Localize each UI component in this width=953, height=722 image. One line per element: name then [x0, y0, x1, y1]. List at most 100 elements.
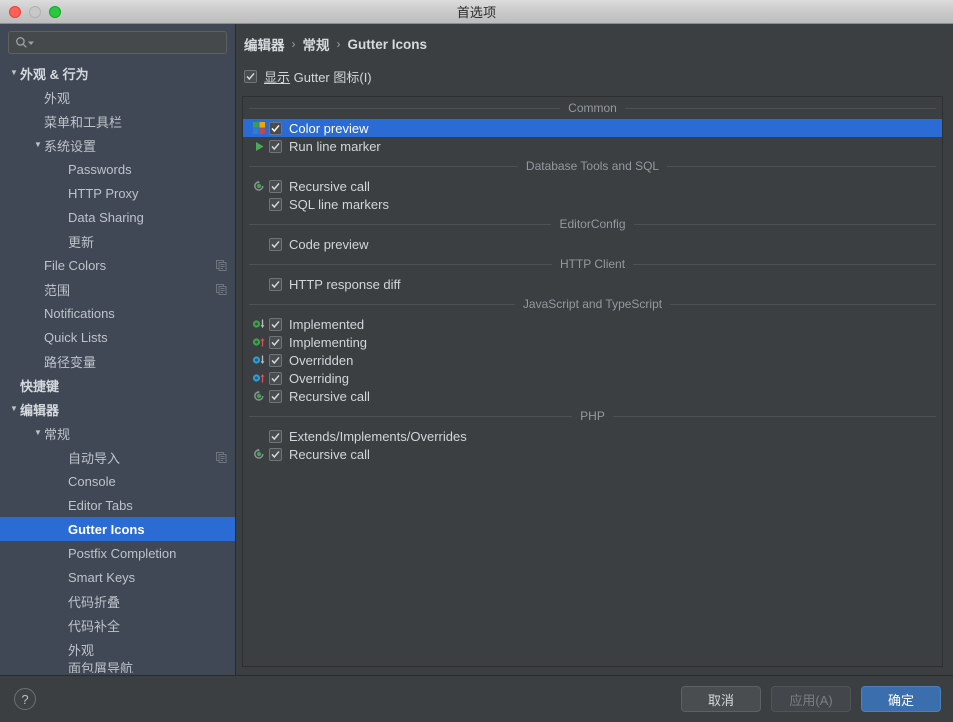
- gutter-icon-option-row[interactable]: Code preview: [243, 235, 942, 253]
- option-checkbox[interactable]: [269, 122, 282, 135]
- option-checkbox[interactable]: [269, 238, 282, 251]
- copy-settings-icon[interactable]: [216, 452, 227, 463]
- sidebar-item-editor-tabs[interactable]: Editor Tabs: [0, 493, 235, 517]
- maximize-window-button[interactable]: [49, 6, 61, 18]
- show-gutter-icons-row[interactable]: 显示 Gutter 图标(I): [242, 54, 943, 96]
- sidebar-item-http-proxy[interactable]: HTTP Proxy: [0, 181, 235, 205]
- option-checkbox[interactable]: [269, 140, 282, 153]
- copy-settings-icon[interactable]: [216, 284, 227, 295]
- apply-button[interactable]: 应用(A): [771, 686, 851, 712]
- sidebar-item-[interactable]: 路径变量: [0, 349, 235, 373]
- sidebar-item-[interactable]: ▼外观 & 行为: [0, 61, 235, 85]
- sidebar-item-label: Quick Lists: [44, 330, 108, 345]
- disclosure-triangle-icon[interactable]: ▼: [32, 429, 44, 437]
- sidebar-item-label: Postfix Completion: [68, 546, 176, 561]
- sidebar-item-[interactable]: 范围: [0, 277, 235, 301]
- sidebar-item-[interactable]: 菜单和工具栏: [0, 109, 235, 133]
- ok-button[interactable]: 确定: [861, 686, 941, 712]
- sidebar-item-[interactable]: 代码折叠: [0, 589, 235, 613]
- sidebar-item-console[interactable]: Console: [0, 469, 235, 493]
- show-gutter-icons-checkbox[interactable]: [244, 70, 257, 83]
- option-checkbox[interactable]: [269, 180, 282, 193]
- sidebar-item-gutter-icons[interactable]: Gutter Icons: [0, 517, 235, 541]
- disclosure-triangle-icon[interactable]: ▼: [8, 405, 20, 413]
- sidebar-item-data-sharing[interactable]: Data Sharing: [0, 205, 235, 229]
- search-input[interactable]: [39, 36, 220, 50]
- sidebar-item-[interactable]: 自动导入: [0, 445, 235, 469]
- close-window-button[interactable]: [9, 6, 21, 18]
- disclosure-triangle-icon[interactable]: ▼: [8, 69, 20, 77]
- option-checkbox[interactable]: [269, 354, 282, 367]
- option-label: Implemented: [289, 317, 364, 332]
- sidebar-item-label: 自动导入: [68, 448, 120, 467]
- minimize-window-button[interactable]: [29, 6, 41, 18]
- gutter-icon-option-row[interactable]: Overridden: [243, 351, 942, 369]
- option-checkbox[interactable]: [269, 430, 282, 443]
- option-checkbox[interactable]: [269, 278, 282, 291]
- gutter-icon-option-row[interactable]: Implementing: [243, 333, 942, 351]
- option-checkbox[interactable]: [269, 372, 282, 385]
- option-checkbox[interactable]: [269, 318, 282, 331]
- sidebar-item-label: 快捷键: [20, 376, 59, 395]
- sidebar-item-[interactable]: ▼常规: [0, 421, 235, 445]
- sidebar-item-[interactable]: 快捷键: [0, 373, 235, 397]
- sidebar-item-label: Passwords: [68, 162, 132, 177]
- sidebar-item-postfix-completion[interactable]: Postfix Completion: [0, 541, 235, 565]
- option-label: Color preview: [289, 121, 368, 136]
- implementing-icon: [249, 336, 269, 348]
- sidebar-item-[interactable]: 面包屑导航: [0, 661, 235, 673]
- option-label: Overriding: [289, 371, 349, 386]
- copy-settings-icon[interactable]: [216, 260, 227, 271]
- section-rule-right: [634, 224, 936, 225]
- settings-tree[interactable]: ▼外观 & 行为外观菜单和工具栏▼系统设置PasswordsHTTP Proxy…: [0, 60, 235, 675]
- sidebar-item-notifications[interactable]: Notifications: [0, 301, 235, 325]
- gutter-icon-option-row[interactable]: Overriding: [243, 369, 942, 387]
- search-box[interactable]: [8, 31, 227, 54]
- breadcrumb-item-0[interactable]: 编辑器: [244, 34, 285, 54]
- sidebar-item-[interactable]: 更新: [0, 229, 235, 253]
- sidebar-item-label: Console: [68, 474, 116, 489]
- gutter-icon-option-row[interactable]: Extends/Implements/Overrides: [243, 427, 942, 445]
- search-dropdown-icon[interactable]: [28, 34, 35, 52]
- section-title: Database Tools and SQL: [526, 159, 659, 173]
- sidebar-item-[interactable]: 代码补全: [0, 613, 235, 637]
- gutter-icon-option-row[interactable]: Color preview: [243, 119, 942, 137]
- sidebar-item-[interactable]: ▼系统设置: [0, 133, 235, 157]
- sidebar-item-label: 代码折叠: [68, 592, 120, 611]
- gutter-icon-option-row[interactable]: Recursive call: [243, 387, 942, 405]
- gutter-icon-option-row[interactable]: Run line marker: [243, 137, 942, 155]
- sidebar-item-label: 范围: [44, 280, 70, 299]
- sidebar-item-label: 外观: [44, 88, 70, 107]
- option-checkbox[interactable]: [269, 390, 282, 403]
- cancel-button[interactable]: 取消: [681, 686, 761, 712]
- help-button[interactable]: ?: [14, 688, 36, 710]
- sidebar-item-file-colors[interactable]: File Colors: [0, 253, 235, 277]
- sidebar-item-label: 更新: [68, 232, 94, 251]
- sidebar-item-passwords[interactable]: Passwords: [0, 157, 235, 181]
- breadcrumb-item-1[interactable]: 常规: [303, 34, 330, 54]
- breadcrumb: 编辑器›常规›Gutter Icons: [242, 24, 943, 54]
- option-checkbox[interactable]: [269, 198, 282, 211]
- option-checkbox[interactable]: [269, 336, 282, 349]
- option-label: Recursive call: [289, 179, 370, 194]
- sidebar-item-[interactable]: ▼编辑器: [0, 397, 235, 421]
- sidebar-item-[interactable]: 外观: [0, 85, 235, 109]
- gutter-icon-option-row[interactable]: Recursive call: [243, 177, 942, 195]
- gutter-icon-option-row[interactable]: Implemented: [243, 315, 942, 333]
- option-label: Overridden: [289, 353, 353, 368]
- gutter-icons-list[interactable]: Common Color preview Run line marker Databa…: [242, 96, 943, 667]
- disclosure-triangle-icon[interactable]: ▼: [32, 141, 44, 149]
- section-header: Common: [243, 97, 942, 119]
- sidebar-item-label: HTTP Proxy: [68, 186, 139, 201]
- sidebar-item-label: 常规: [44, 424, 70, 443]
- gutter-icon-option-row[interactable]: SQL line markers: [243, 195, 942, 213]
- gutter-icon-option-row[interactable]: Recursive call: [243, 445, 942, 463]
- option-label: Run line marker: [289, 139, 381, 154]
- sidebar-item-[interactable]: 外观: [0, 637, 235, 661]
- gutter-icon-option-row[interactable]: HTTP response diff: [243, 275, 942, 293]
- window-title: 首选项: [0, 2, 953, 21]
- option-checkbox[interactable]: [269, 448, 282, 461]
- breadcrumb-item-2[interactable]: Gutter Icons: [348, 37, 428, 52]
- sidebar-item-smart-keys[interactable]: Smart Keys: [0, 565, 235, 589]
- sidebar-item-quick-lists[interactable]: Quick Lists: [0, 325, 235, 349]
